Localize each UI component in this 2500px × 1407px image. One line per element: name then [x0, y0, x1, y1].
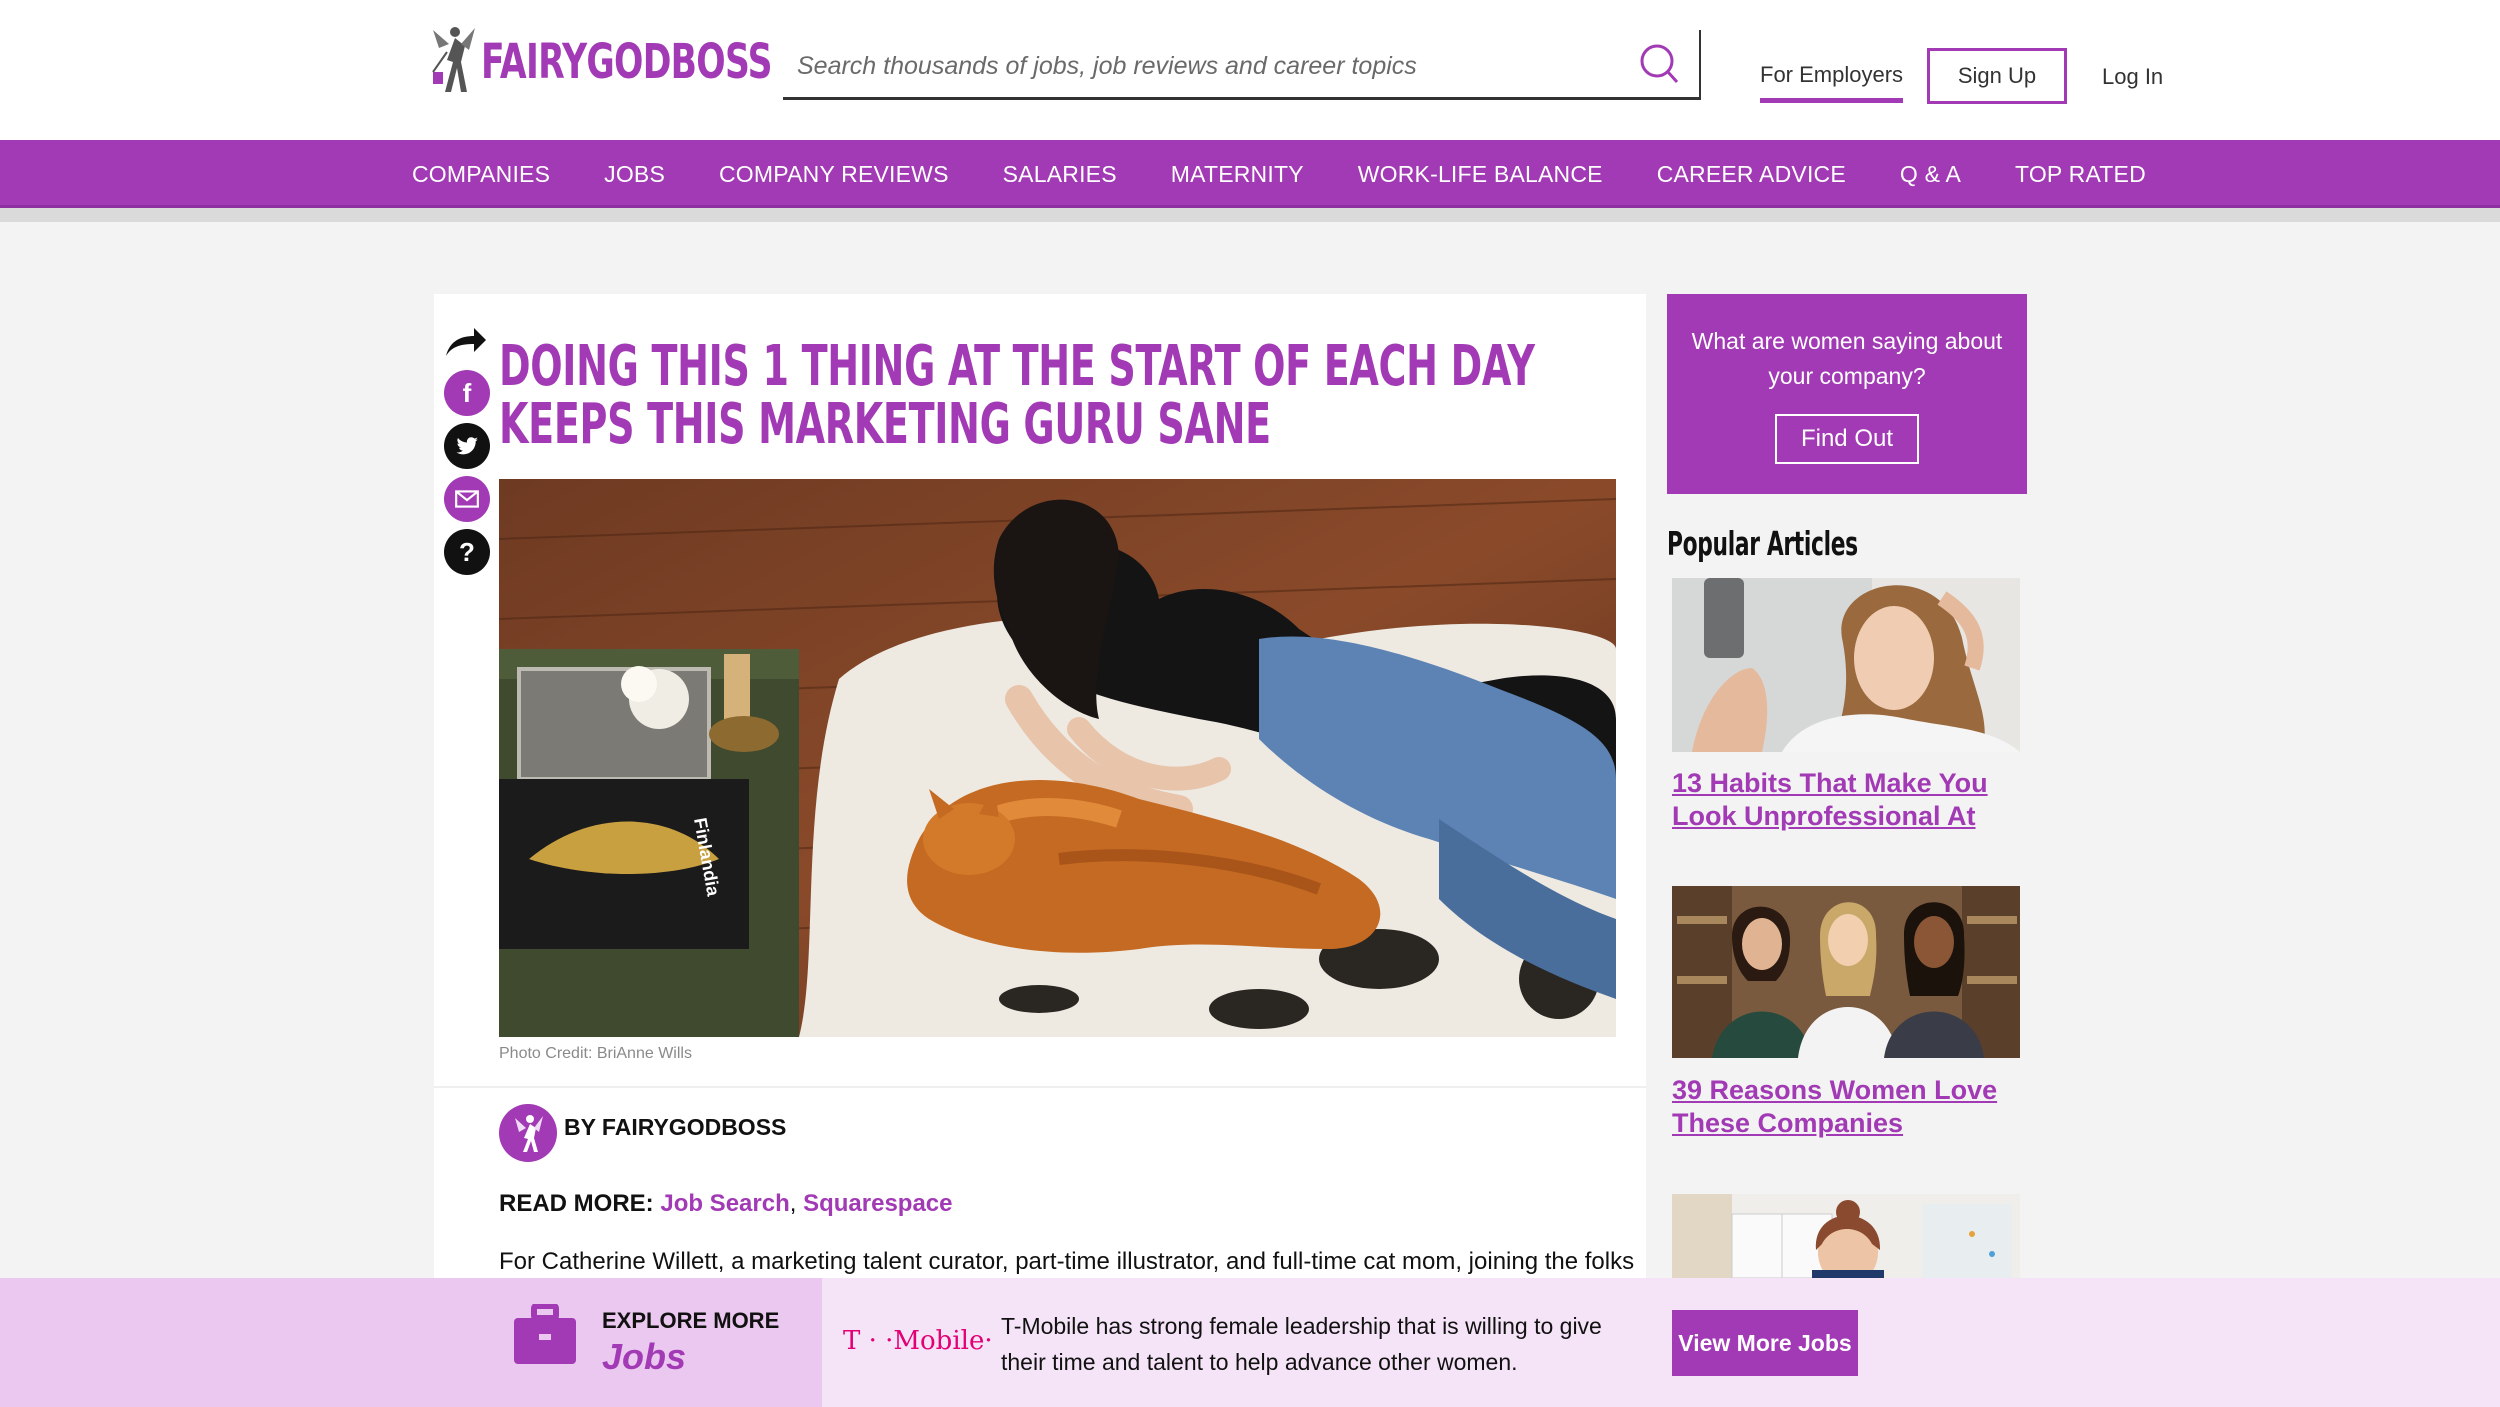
site-header: FAIRYGODBOSS For Employers Sign Up Log I…	[0, 0, 2500, 140]
author-name[interactable]: BY FAIRYGODBOSS	[564, 1114, 786, 1141]
popular-article-image[interactable]	[1672, 578, 2020, 752]
explore-jobs-panel[interactable]: EXPLORE MORE Jobs	[0, 1278, 822, 1407]
nav-item-maternity[interactable]: MATERNITY	[1171, 161, 1304, 188]
author-avatar[interactable]	[499, 1104, 557, 1162]
help-icon[interactable]: ?	[444, 529, 490, 575]
nav-item-jobs[interactable]: JOBS	[604, 161, 665, 188]
photo-credit: Photo Credit: BriAnne Wills	[499, 1045, 692, 1062]
tmobile-logo[interactable]: T · ·Mobile·	[843, 1326, 993, 1356]
article-hero-image: Finlandia	[499, 479, 1616, 1037]
briefcase-icon	[514, 1304, 576, 1364]
promo-text: What are women saying about your company…	[1691, 328, 2003, 389]
nav-item-companies[interactable]: COMPANIES	[412, 161, 550, 188]
for-employers-link[interactable]: For Employers	[1760, 62, 1904, 103]
twitter-icon[interactable]	[444, 423, 490, 469]
read-more: READ MORE: Job Search, Squarespace	[499, 1190, 953, 1218]
email-icon[interactable]	[444, 476, 490, 522]
nav-item-work-life-balance[interactable]: WORK-LIFE BALANCE	[1358, 161, 1603, 188]
popular-article-title[interactable]: 13 Habits That Make You Look Unprofessio…	[1672, 767, 2012, 835]
bottom-sponsor-bar: EXPLORE MORE Jobs T · ·Mobile· T-Mobile …	[0, 1278, 2500, 1407]
popular-article-image[interactable]	[1672, 886, 2020, 1058]
popular-article-title[interactable]: 39 Reasons Women Love These Companies	[1672, 1074, 2012, 1142]
search-bar	[783, 30, 1701, 100]
article-card: f ? Doing This 1 Thing At the Start of E…	[434, 294, 1646, 1407]
article-body-paragraph: For Catherine Willett, a marketing talen…	[499, 1248, 1635, 1275]
search-input[interactable]	[797, 46, 1597, 86]
employer-promo: What are women saying about your company…	[1667, 294, 2027, 494]
nav-shadow	[0, 208, 2500, 222]
popular-article-image[interactable]	[1672, 1194, 2020, 1278]
facebook-icon[interactable]: f	[444, 370, 490, 416]
sponsor-text: T-Mobile has strong female leadership th…	[1001, 1313, 1602, 1375]
nav-item-company-reviews[interactable]: COMPANY REVIEWS	[719, 161, 949, 188]
article-divider	[434, 1086, 1646, 1088]
main-nav: COMPANIES JOBS COMPANY REVIEWS SALARIES …	[0, 140, 2500, 208]
search-icon[interactable]	[1637, 42, 1681, 86]
explore-jobs-label: Jobs	[602, 1336, 687, 1377]
read-more-label: READ MORE:	[499, 1190, 654, 1217]
explore-more-label: EXPLORE MORE	[602, 1308, 780, 1333]
share-column: f ?	[444, 324, 492, 582]
share-arrow-icon[interactable]	[444, 324, 488, 360]
find-out-button[interactable]: Find Out	[1775, 414, 1919, 464]
article-title: Doing This 1 Thing At the Start of Each …	[499, 334, 1535, 457]
nav-item-salaries[interactable]: SALARIES	[1003, 161, 1117, 188]
tag-job-search-link[interactable]: Job Search	[660, 1190, 789, 1217]
read-more-separator: ,	[789, 1190, 797, 1217]
view-more-jobs-button[interactable]: View More Jobs	[1672, 1310, 1858, 1376]
nav-item-top-rated[interactable]: TOP RATED	[2015, 161, 2146, 188]
log-in-link[interactable]: Log In	[2102, 64, 2163, 90]
nav-item-career-advice[interactable]: CAREER ADVICE	[1657, 161, 1846, 188]
tag-squarespace-link[interactable]: Squarespace	[803, 1190, 952, 1217]
sign-up-button[interactable]: Sign Up	[1927, 48, 2067, 104]
logo-text: FAIRYGODBOSS	[481, 34, 772, 90]
popular-articles-heading: Popular Articles	[1667, 524, 1858, 563]
fairy-logo-icon	[432, 27, 475, 92]
nav-item-q-and-a[interactable]: Q & A	[1900, 161, 1961, 188]
